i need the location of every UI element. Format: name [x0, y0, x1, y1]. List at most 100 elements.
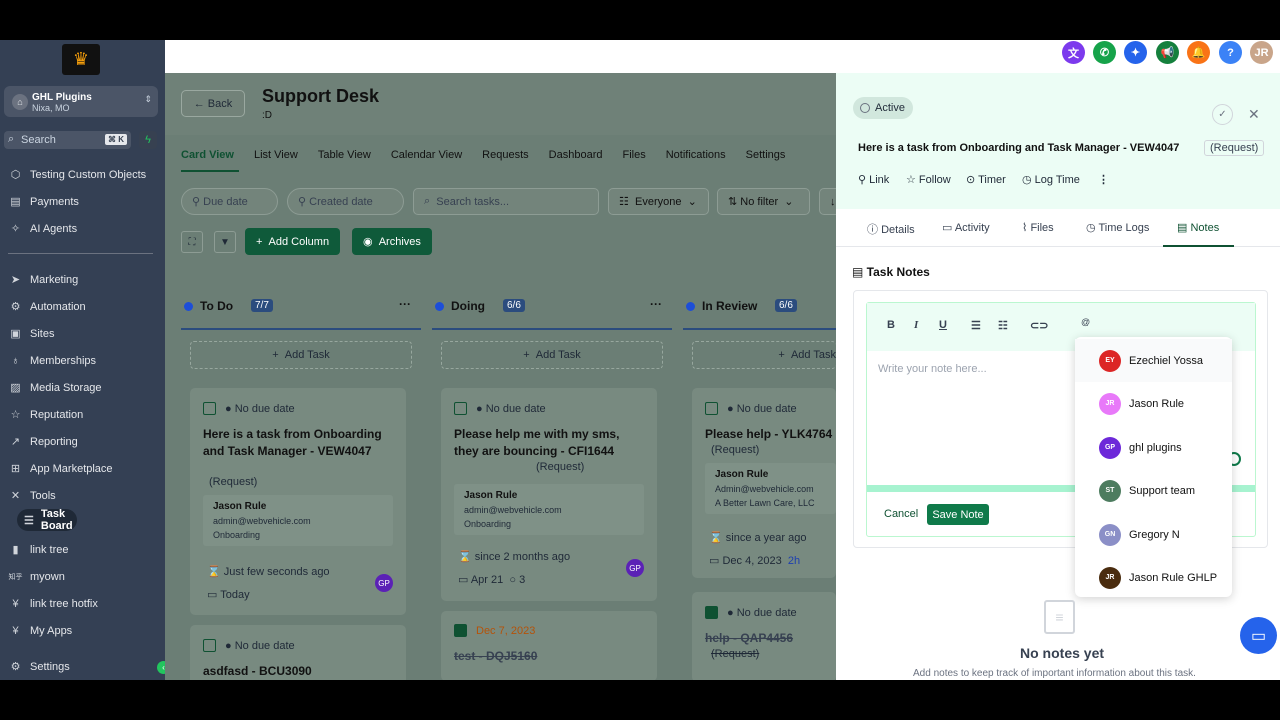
mention-option[interactable]: JR Jason Rule [1075, 382, 1232, 425]
sidebar-item-ai-agents[interactable]: ✧ AI Agents [0, 215, 165, 242]
task-card[interactable]: ● No due date Please help me with my sms… [441, 388, 657, 601]
created-date-filter[interactable]: ⚲ Created date [287, 188, 404, 215]
task-card[interactable]: ● No due date asdfasd - BCU3090 [190, 625, 406, 680]
tab-time-logs[interactable]: ◷ Time Logs [1086, 221, 1149, 234]
assignee-select[interactable]: ☷ Everyone ⌄ [608, 188, 709, 215]
chat-icon[interactable]: ▭ [1240, 617, 1277, 654]
tab-requests[interactable]: Requests [482, 149, 528, 161]
task-checkbox[interactable] [705, 402, 718, 415]
mention-option[interactable]: GN Gregory N [1075, 513, 1232, 556]
task-checkbox-checked[interactable] [454, 624, 467, 637]
mention-icon[interactable]: @ [1081, 317, 1090, 327]
tab-list-view[interactable]: List View [254, 149, 298, 161]
help-icon[interactable]: ? [1219, 41, 1242, 64]
quick-action-bolt-icon[interactable]: ϟ [139, 131, 157, 149]
tab-settings[interactable]: Settings [746, 149, 786, 161]
phone-icon[interactable]: ✆ [1093, 41, 1116, 64]
sidebar-item-task-board[interactable]: ☰ Task Board [17, 508, 77, 532]
tab-dashboard[interactable]: Dashboard [549, 149, 603, 161]
bell-icon[interactable]: 🔔 [1187, 41, 1210, 64]
sidebar-item-link-tree[interactable]: ▮ link tree [0, 536, 165, 563]
link-icon[interactable]: ⊂⊃ [1030, 319, 1048, 332]
task-card[interactable]: ● No due date Here is a task from Onboar… [190, 388, 406, 615]
sidebar-item-testing-custom-objects[interactable]: ⬡ Testing Custom Objects [0, 161, 165, 188]
underline-icon[interactable]: U [939, 319, 947, 331]
link-button[interactable]: ⚲ Link [858, 173, 889, 186]
account-switcher[interactable]: ⌂ GHL Plugins Nixa, MO ⇕ [4, 86, 158, 117]
add-column-button[interactable]: + Add Column [245, 228, 341, 255]
mention-option[interactable]: EY Ezechiel Yossa [1075, 339, 1232, 382]
tab-files[interactable]: Files [622, 149, 645, 161]
sidebar-item-my-apps[interactable]: ¥ My Apps [0, 617, 165, 644]
search-tasks-input[interactable]: ⌕ Search tasks... [413, 188, 599, 215]
cancel-button[interactable]: Cancel [884, 508, 918, 520]
filter-select[interactable]: ⇅ No filter ⌄ [717, 188, 810, 215]
complete-check-icon[interactable]: ✓ [1212, 104, 1233, 125]
sort-button[interactable]: ↓ [819, 188, 836, 215]
app-logo[interactable]: ♛ [62, 44, 100, 75]
tab-notes[interactable]: ▤ Notes [1177, 221, 1219, 234]
sidebar-item-media-storage[interactable]: ▨ Media Storage [0, 374, 165, 401]
sidebar-item-marketing[interactable]: ➤ Marketing [0, 266, 165, 293]
bold-icon[interactable]: B [887, 319, 895, 331]
more-icon[interactable]: ··· [399, 297, 411, 311]
tab-table-view[interactable]: Table View [318, 149, 371, 161]
users-icon: ☷ [619, 196, 635, 208]
bullet-list-icon[interactable]: ☰ [971, 319, 981, 332]
sidebar-item-settings[interactable]: ⚙ Settings [0, 653, 165, 680]
due-date-filter[interactable]: ⚲ Due date [181, 188, 278, 215]
collapse-toggle-icon[interactable]: ▼ [214, 231, 236, 253]
add-task-button[interactable]: + Add Task [441, 341, 663, 369]
sidebar-item-memberships[interactable]: ♁ Memberships [0, 347, 165, 374]
task-checkbox[interactable] [203, 402, 216, 415]
sidebar-item-myown[interactable]: 知乎 myown [0, 563, 165, 590]
sidebar-item-tools[interactable]: ✕ Tools [0, 482, 165, 509]
sidebar-item-app-marketplace[interactable]: ⊞ App Marketplace [0, 455, 165, 482]
mention-option[interactable]: JR Jason Rule GHLP [1075, 556, 1232, 599]
sidebar-item-payments[interactable]: ▤ Payments [0, 188, 165, 215]
sidebar-item-sites[interactable]: ▣ Sites [0, 320, 165, 347]
sidebar-item-reporting[interactable]: ↗ Reporting [0, 428, 165, 455]
sidebar-item-link-tree-hotfix[interactable]: ¥ link tree hotfix [0, 590, 165, 617]
close-icon[interactable]: ✕ [1248, 106, 1260, 123]
task-card[interactable]: ● No due date Please help - YLK4764 (Req… [692, 388, 836, 578]
more-icon[interactable]: ··· [650, 297, 662, 311]
timer-button[interactable]: ⊙ Timer [966, 173, 1006, 186]
numbered-list-icon[interactable]: ☷ [998, 319, 1008, 332]
tab-details[interactable]: ⓘ Details [867, 221, 915, 237]
time-ago: ⌛ since 2 months ago [458, 551, 571, 563]
task-card[interactable]: ● No due date help - QAP4456 (Request) [692, 592, 836, 680]
more-vertical-icon[interactable]: ⋮ [1098, 173, 1109, 186]
status-badge[interactable]: Active [853, 97, 913, 119]
tab-files[interactable]: ⌇ Files [1022, 221, 1054, 234]
task-checkbox[interactable] [454, 402, 467, 415]
translate-icon[interactable]: 文 [1062, 41, 1085, 64]
magic-icon[interactable]: ✦ [1124, 41, 1147, 64]
task-checkbox-checked[interactable] [705, 606, 718, 619]
add-task-button[interactable]: + Add Task [190, 341, 412, 369]
log-time-button[interactable]: ◷ Log Time [1022, 173, 1080, 186]
italic-icon[interactable]: I [914, 319, 918, 331]
sidebar-search[interactable]: ⌕ Search ⌘ K [4, 131, 131, 149]
user-avatar[interactable]: JR [1250, 41, 1273, 64]
sidebar-item-reputation[interactable]: ☆ Reputation [0, 401, 165, 428]
tab-activity[interactable]: ▭ Activity [942, 221, 990, 234]
sidebar-item-automation[interactable]: ⚙ Automation [0, 293, 165, 320]
back-button[interactable]: ← Back [181, 90, 245, 117]
task-card[interactable]: Dec 7, 2023 test - DQJ5160 [441, 611, 657, 680]
add-task-button[interactable]: + Add Task [692, 341, 836, 369]
save-note-button[interactable]: Save Note [927, 504, 989, 525]
mention-option[interactable]: ST Support team [1075, 469, 1232, 512]
megaphone-icon[interactable]: 📢 [1156, 41, 1179, 64]
card-date: ▭ Today [207, 589, 250, 601]
tab-calendar-view[interactable]: Calendar View [391, 149, 462, 161]
mention-dropdown: EY Ezechiel Yossa JR Jason Rule GP ghl plug… [1075, 337, 1232, 597]
task-checkbox[interactable] [203, 639, 216, 652]
expand-icon[interactable]: ⛶ [181, 231, 203, 253]
mention-option[interactable]: GP ghl plugins [1075, 426, 1232, 469]
tab-notifications[interactable]: Notifications [666, 149, 726, 161]
archives-button[interactable]: ◉ Archives [352, 228, 432, 255]
follow-button[interactable]: ☆ Follow [906, 173, 951, 186]
tab-card-view[interactable]: Card View [181, 149, 234, 161]
column-color-dot [686, 302, 695, 311]
